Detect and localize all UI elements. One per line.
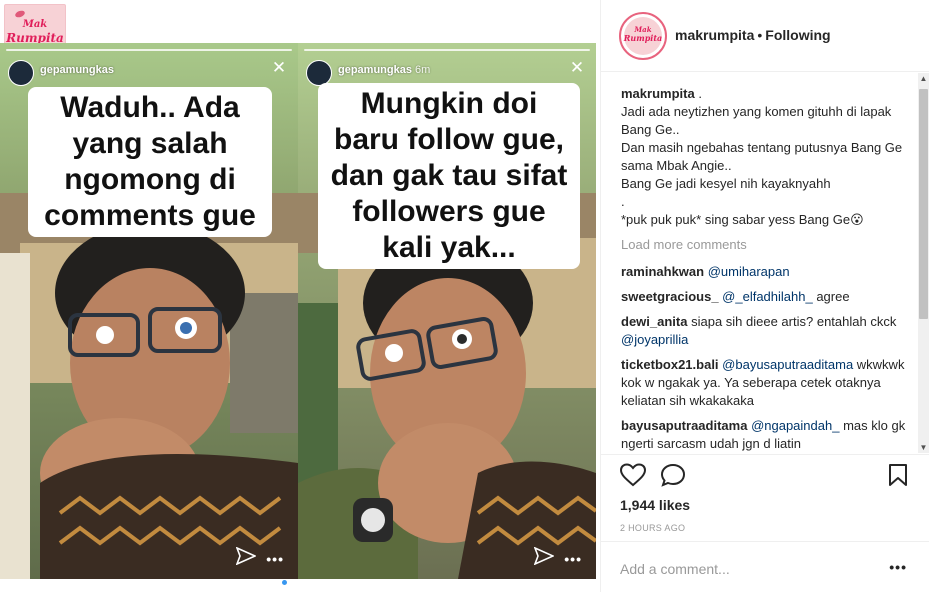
comment-text: siapa sih dieee artis? entahlah ckck [691, 314, 897, 329]
comment-text: agree [812, 289, 850, 304]
like-count[interactable]: 1,944 likes [620, 497, 690, 513]
story-caption: Mungkin doi baru follow gue, dan gak tau… [318, 83, 580, 269]
follow-button[interactable]: Following [765, 27, 830, 43]
story-progress-bar [304, 49, 590, 51]
comment-icon[interactable] [660, 463, 686, 487]
post-media[interactable]: Mak Rumpita gepamungkas ✕ Waduh.. Ada ya… [0, 0, 600, 592]
avatar[interactable]: Mak Rumpita [619, 12, 667, 60]
post-timestamp[interactable]: 2 HOURS AGO [620, 523, 685, 533]
send-icon [236, 547, 256, 565]
story-screenshot-2: gepamungkas 6m ✕ Mungkin doi baru follow… [298, 43, 596, 579]
story-username: gepamungkas [40, 64, 114, 76]
caption-text: . Jadi ada neytizhen yang komen gituhh d… [621, 86, 903, 227]
logo-line1: Mak [22, 19, 48, 30]
post-caption: makrumpita . Jadi ada neytizhen yang kom… [621, 85, 917, 229]
more-icon: ••• [564, 551, 582, 567]
comment-item: bayusaputraaditama @ngapaindah_ mas klo … [621, 417, 917, 453]
comment-mention[interactable]: @bayusaputraaditama [722, 357, 853, 372]
comment-mention[interactable]: @joyaprillia [621, 332, 688, 347]
heart-icon[interactable] [620, 463, 646, 487]
comment-username[interactable]: ticketbox21.bali [621, 357, 719, 372]
comment-username[interactable]: sweetgracious_ [621, 289, 719, 304]
scrollbar-thumb[interactable] [919, 89, 928, 319]
caption-username[interactable]: makrumpita [621, 86, 695, 101]
send-icon [534, 547, 554, 565]
comment-username[interactable]: raminahkwan [621, 264, 704, 279]
comment-input[interactable] [620, 558, 860, 580]
post-header: Mak Rumpita makrumpita • Following [601, 0, 929, 72]
add-comment-bar: ••• [600, 541, 929, 592]
comment-mention[interactable]: @_elfadhilahh_ [722, 289, 813, 304]
comment-username[interactable]: bayusaputraaditama [621, 418, 747, 433]
story-screenshot-1: gepamungkas ✕ Waduh.. Ada yang salah ngo… [0, 43, 298, 579]
scroll-down-icon[interactable]: ▼ [918, 442, 929, 453]
post-username[interactable]: makrumpita [675, 27, 754, 43]
comment-username[interactable]: dewi_anita [621, 314, 687, 329]
story-caption: Waduh.. Ada yang salah ngomong di commen… [28, 87, 272, 237]
carousel-indicator [282, 572, 322, 585]
separator-dot: • [757, 27, 763, 43]
comments-list[interactable]: makrumpita . Jadi ada neytizhen yang kom… [621, 85, 917, 455]
post-actions: 1,944 likes 2 HOURS AGO [600, 454, 929, 544]
bookmark-icon[interactable] [887, 463, 909, 487]
comment-item: ticketbox21.bali @bayusaputraaditama wkw… [621, 356, 917, 410]
load-more-comments-button[interactable]: Load more comments [621, 236, 917, 254]
close-icon: ✕ [271, 58, 287, 77]
comment-item: sweetgracious_ @_elfadhilahh_ agree [621, 288, 917, 306]
comment-mention[interactable]: @umiharapan [708, 264, 790, 279]
scroll-up-icon[interactable]: ▲ [918, 73, 929, 84]
close-icon: ✕ [569, 58, 585, 77]
story-username: gepamungkas 6m [338, 64, 431, 76]
comment-mention[interactable]: @ngapaindah_ [751, 418, 839, 433]
options-icon[interactable]: ••• [889, 559, 907, 575]
comments-scrollbar[interactable]: ▲ ▼ [918, 73, 929, 453]
story-avatar [8, 60, 34, 86]
story-progress-bar [6, 49, 292, 51]
comment-item: raminahkwan @umiharapan [621, 263, 917, 281]
comment-item: dewi_anita siapa sih dieee artis? entahl… [621, 313, 917, 349]
more-icon: ••• [266, 551, 284, 567]
